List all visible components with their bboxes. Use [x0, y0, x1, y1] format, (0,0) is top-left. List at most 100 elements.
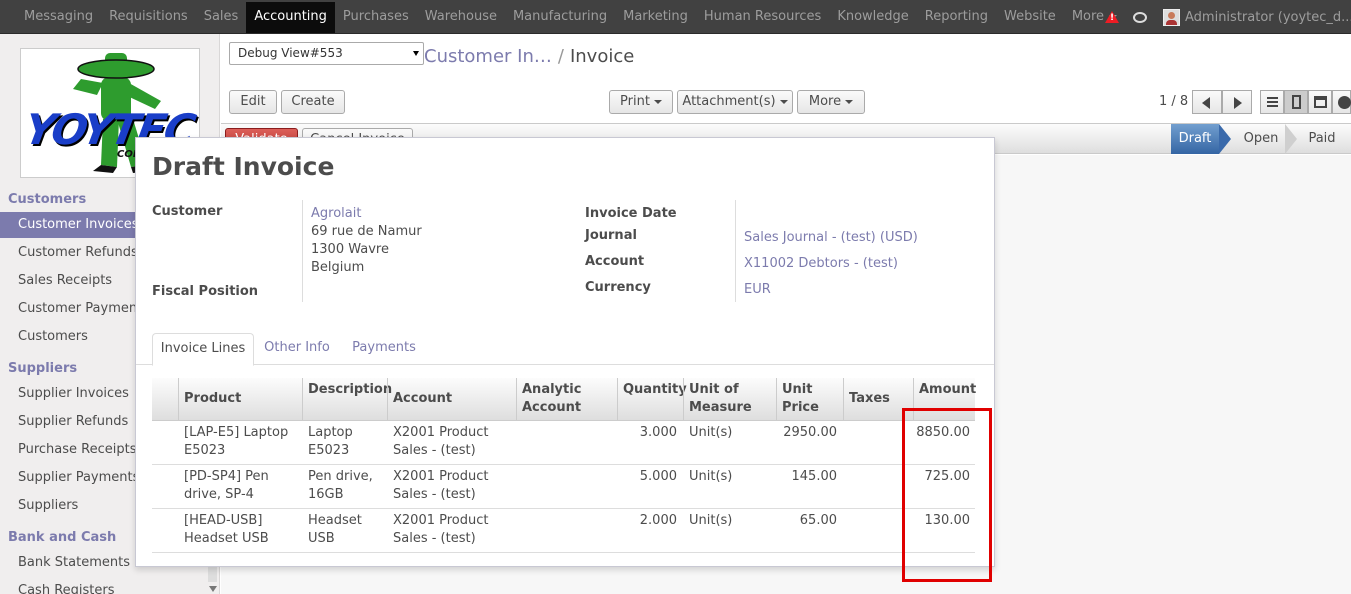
cell-quantity: 5.000 — [639, 469, 677, 484]
tab-other-info[interactable]: Other Info — [260, 333, 334, 365]
debug-view-select[interactable]: Debug View#553 — [229, 42, 424, 65]
stage-open[interactable]: Open — [1237, 124, 1285, 154]
column-header-product[interactable]: Product — [184, 390, 241, 408]
pager-value: 1 / 8 — [1159, 94, 1189, 109]
header-line: Measure — [689, 400, 752, 415]
form-icon — [1292, 95, 1301, 109]
more-button[interactable]: More — [797, 90, 865, 114]
edit-button[interactable]: Edit — [229, 90, 277, 114]
warning-icon[interactable]: ! — [1105, 11, 1119, 23]
cell-account: X2001 Product Sales - (test) — [393, 512, 488, 548]
top-navbar: Messaging Requisitions Sales Accounting … — [0, 0, 1351, 34]
column-divider — [617, 378, 618, 421]
menu-purchases[interactable]: Purchases — [335, 0, 417, 34]
tab-invoice-lines[interactable]: Invoice Lines — [152, 333, 254, 366]
table-row[interactable]: [HEAD-USB] Headset USB Headset USB X2001 P… — [152, 509, 975, 553]
stage-draft[interactable]: Draft — [1171, 124, 1219, 154]
cell-line: E5023 — [308, 443, 350, 458]
graph-view-button[interactable] — [1332, 90, 1351, 114]
customer-address-line: Belgium — [311, 260, 365, 275]
cell-account: X2001 Product Sales - (test) — [393, 424, 488, 460]
header-line: Unit — [782, 382, 813, 397]
cell-line: drive, SP-4 — [184, 487, 254, 502]
column-header-analytic-account[interactable]: Analytic Account — [522, 381, 581, 417]
cell-line: Headset USB — [184, 531, 269, 546]
header-line: Account — [522, 400, 582, 415]
column-header-quantity[interactable]: Quantity — [623, 381, 687, 399]
scroll-down-icon[interactable] — [209, 586, 217, 592]
menu-marketing[interactable]: Marketing — [615, 0, 696, 34]
cell-line: X2001 Product — [393, 425, 489, 440]
create-button[interactable]: Create — [281, 90, 345, 114]
column-header-taxes[interactable]: Taxes — [849, 390, 890, 408]
list-view-button[interactable] — [1260, 90, 1284, 114]
menu-sales[interactable]: Sales — [196, 0, 247, 34]
column-divider — [178, 378, 179, 421]
arrow-left-icon — [1202, 97, 1210, 109]
table-row[interactable]: [PD-SP4] Pen drive, SP-4 Pen drive, 16GB X… — [152, 465, 975, 509]
menu-more-label: More — [1071, 9, 1105, 24]
tab-payments[interactable]: Payments — [346, 333, 422, 365]
currency-label: Currency — [585, 280, 651, 295]
attachments-button[interactable]: Attachment(s) — [677, 90, 793, 114]
dropdown-arrow-icon — [413, 51, 419, 56]
column-header-unit-price[interactable]: Unit Price — [782, 381, 819, 417]
column-header-unit-of-measure[interactable]: Unit of Measure — [689, 381, 752, 417]
top-menu: Messaging Requisitions Sales Accounting … — [0, 0, 1125, 34]
attachments-label: Attachment(s) — [682, 94, 776, 109]
caret-down-icon — [779, 99, 788, 104]
account-label: Account — [585, 254, 645, 269]
header-line: Price — [782, 400, 819, 415]
menu-knowledge[interactable]: Knowledge — [829, 0, 916, 34]
cell-unit-of-measure: Unit(s) — [689, 469, 733, 484]
stage-paid[interactable]: Paid — [1301, 124, 1343, 154]
menu-messaging[interactable]: Messaging — [0, 0, 101, 34]
customer-label: Customer — [152, 204, 223, 219]
pager-previous-button[interactable] — [1192, 90, 1222, 114]
calendar-view-button[interactable] — [1308, 90, 1332, 114]
caret-down-icon — [653, 99, 662, 104]
form-view-button[interactable] — [1284, 90, 1308, 114]
cell-line: [HEAD-USB] — [184, 513, 263, 528]
menu-warehouse[interactable]: Warehouse — [417, 0, 505, 34]
cell-line: Headset — [308, 513, 362, 528]
stage-chevron — [1219, 124, 1231, 154]
pie-chart-icon — [1338, 96, 1351, 109]
breadcrumb-current: Invoice — [569, 46, 635, 67]
print-button[interactable]: Print — [609, 90, 673, 114]
cell-quantity: 2.000 — [639, 513, 677, 528]
pager-next-button[interactable] — [1222, 90, 1252, 114]
menu-manufacturing[interactable]: Manufacturing — [505, 0, 615, 34]
column-divider — [683, 378, 684, 421]
sidebar-section-suppliers: Suppliers — [8, 361, 78, 376]
column-header-account[interactable]: Account — [393, 390, 452, 408]
column-divider — [302, 378, 303, 421]
sidebar-section-bank-and-cash: Bank and Cash — [8, 530, 117, 545]
chat-bubble-icon[interactable] — [1133, 11, 1147, 23]
table-row[interactable]: [LAP-E5] Laptop E5023 Laptop E5023 X2001 P… — [152, 421, 975, 465]
currency-link[interactable]: EUR — [744, 282, 771, 297]
cell-line: X2001 Product — [393, 513, 489, 528]
menu-human-resources[interactable]: Human Resources — [696, 0, 829, 34]
cell-line: X2001 Product — [393, 469, 489, 484]
journal-link[interactable]: Sales Journal - (test) (USD) — [744, 230, 918, 245]
user-menu[interactable]: Administrator (yoytec_d... — [1185, 10, 1351, 25]
customer-link[interactable]: Agrolait — [311, 206, 361, 221]
sidebar-item-cash-registers[interactable]: Cash Registers — [0, 578, 205, 594]
column-header-amount[interactable]: Amount — [919, 381, 976, 399]
menu-accounting[interactable]: Accounting — [246, 2, 335, 33]
breadcrumb-parent[interactable]: Customer In… — [424, 46, 552, 67]
menu-website[interactable]: Website — [996, 0, 1064, 34]
list-icon — [1267, 97, 1278, 107]
avatar[interactable] — [1163, 8, 1180, 26]
menu-reporting[interactable]: Reporting — [917, 0, 996, 34]
calendar-icon — [1314, 96, 1327, 108]
cell-unit-price: 65.00 — [799, 513, 837, 528]
cell-line: 16GB — [308, 487, 344, 502]
account-link[interactable]: X11002 Debtors - (test) — [744, 256, 898, 271]
menu-requisitions[interactable]: Requisitions — [101, 0, 196, 34]
cell-product: [HEAD-USB] Headset USB — [184, 512, 269, 548]
more-label: More — [808, 94, 842, 109]
cell-line: E5023 — [184, 443, 226, 458]
column-header-description[interactable]: Description — [308, 381, 392, 399]
